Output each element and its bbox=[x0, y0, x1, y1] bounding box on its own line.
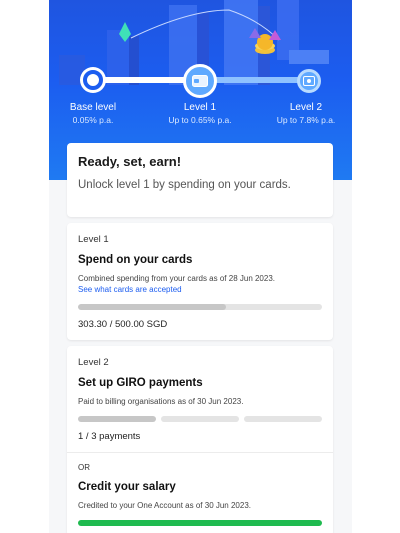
level2-name: Level 2 bbox=[289, 102, 323, 113]
base-level-node bbox=[83, 70, 103, 90]
intro-card: Ready, set, earn! Unlock level 1 by spen… bbox=[67, 143, 333, 217]
level2-label: Level 2 Up to 7.8% p.a. bbox=[261, 101, 351, 127]
level1-node[interactable] bbox=[183, 64, 217, 98]
app-screen: Base level 0.05% p.a. Level 1 Up to 0.65… bbox=[49, 0, 352, 533]
level2-rate: Up to 7.8% p.a. bbox=[276, 115, 336, 125]
level2-task-card: Level 2 Set up GIRO payments Paid to bil… bbox=[67, 346, 333, 533]
giro-segment bbox=[78, 416, 156, 422]
salary-progress-bar bbox=[78, 520, 322, 526]
giro-progress-segments bbox=[78, 416, 322, 422]
level-progress-fill bbox=[92, 77, 193, 83]
giro-count: 1 / 3 payments bbox=[78, 431, 141, 442]
intro-title: Ready, set, earn! bbox=[78, 154, 182, 169]
giro-segment bbox=[244, 416, 322, 422]
spend-progress-fill bbox=[78, 304, 227, 310]
salary-task-description: Credited to your One Account as of 30 Ju… bbox=[78, 501, 251, 510]
card-icon bbox=[192, 75, 208, 87]
level1-label: Level 1 Up to 0.65% p.a. bbox=[155, 101, 245, 127]
level1-name: Level 1 bbox=[183, 102, 217, 113]
level2-card-label: Level 2 bbox=[78, 357, 109, 368]
spend-amount: 303.30 / 500.00 SGD bbox=[78, 319, 168, 330]
level1-rate: Up to 0.65% p.a. bbox=[168, 115, 232, 125]
salary-task-title: Credit your salary bbox=[78, 481, 176, 493]
spend-task-description: Combined spending from your cards as of … bbox=[78, 274, 276, 283]
giro-segment bbox=[161, 416, 239, 422]
level1-task-card: Level 1 Spend on your cards Combined spe… bbox=[67, 223, 333, 340]
base-level-name: Base level bbox=[69, 102, 117, 113]
base-level-label: Base level 0.05% p.a. bbox=[49, 101, 138, 127]
spend-task-title: Spend on your cards bbox=[78, 254, 193, 266]
divider bbox=[67, 452, 333, 453]
salary-icon bbox=[303, 76, 315, 86]
giro-task-description: Paid to billing organisations as of 30 J… bbox=[78, 397, 244, 406]
spend-progress-bar bbox=[78, 304, 322, 310]
level1-card-label: Level 1 bbox=[78, 234, 109, 245]
or-separator: OR bbox=[78, 463, 90, 472]
intro-body: Unlock level 1 by spending on your cards… bbox=[78, 179, 291, 191]
accepted-cards-link[interactable]: See what cards are accepted bbox=[78, 285, 322, 294]
giro-task-title: Set up GIRO payments bbox=[78, 377, 203, 389]
base-level-rate: 0.05% p.a. bbox=[72, 115, 114, 125]
level2-node[interactable] bbox=[297, 69, 321, 93]
